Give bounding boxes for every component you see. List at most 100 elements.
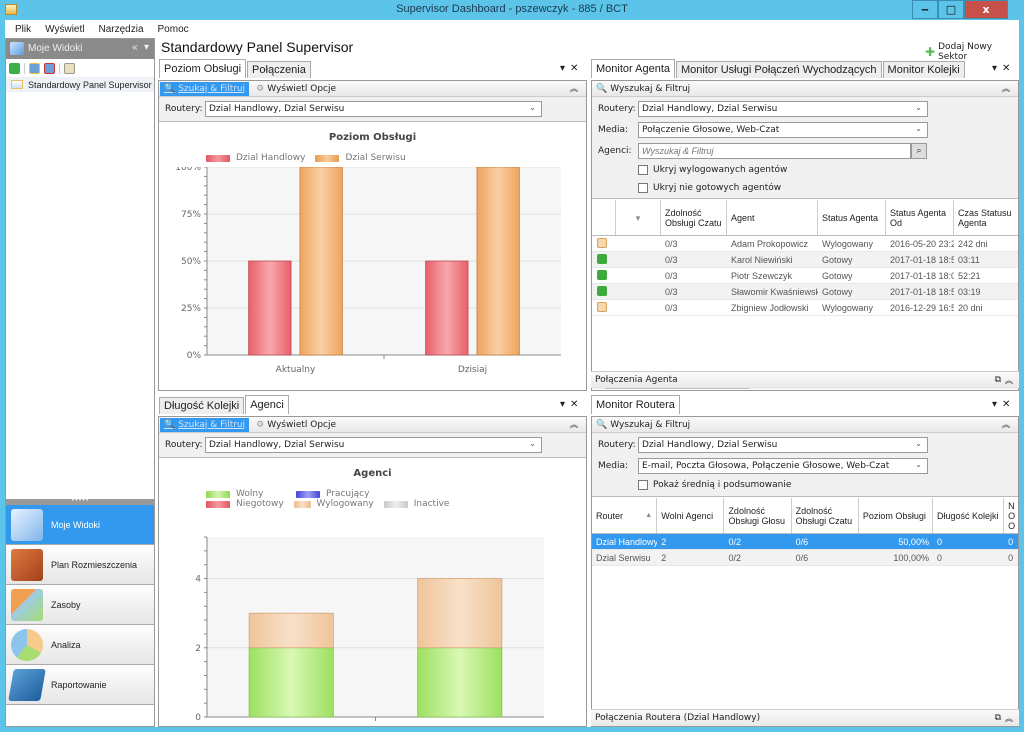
popout-icon[interactable]: ⧉ [995, 713, 1001, 723]
cell-since: 2017-01-18 18:04 [890, 270, 954, 281]
routers-select[interactable]: Dzial Handlowy, Dzial Serwisu ⌄ [205, 437, 542, 453]
maximize-button[interactable]: □ [938, 0, 964, 19]
nav-button-plan-rozmieszczenia[interactable]: Plan Rozmieszczenia [6, 545, 154, 585]
table-row[interactable]: Dzial Handlowy 2 0/2 0/6 50,00% 0 0 [592, 534, 1018, 550]
nav-button-raportowanie[interactable]: Raportowanie [6, 665, 154, 705]
col-zdolnosc-czatu[interactable]: Zdolność Obsługi Czatu [661, 200, 727, 235]
tab-monitor-uslugi[interactable]: Monitor Usługi Połączeń Wychodzących [676, 61, 882, 78]
collapse-filter-icon[interactable]: ︽ [570, 419, 578, 430]
nav-button-label: Analiza [51, 639, 81, 650]
media-select[interactable]: E-mail, Poczta Głosowa, Połączenie Głoso… [638, 458, 928, 474]
col-czas-statusu[interactable]: Czas Statusu Agenta [954, 200, 1018, 235]
col-router[interactable]: Router ▲ [592, 498, 658, 533]
tab-monitor-routera[interactable]: Monitor Routera [591, 395, 680, 414]
search-filter-button[interactable]: 🔍 Szukaj & Filtruj [160, 81, 250, 96]
tab-monitor-kolejki[interactable]: Monitor Kolejki [882, 61, 965, 78]
window-title: Supervisor Dashboard - pszewczyk - 885 /… [396, 3, 628, 15]
agents-search-input[interactable] [638, 143, 911, 159]
legend-item: Wolny [206, 489, 286, 499]
tab-monitor-agenta[interactable]: Monitor Agenta [591, 59, 675, 78]
cell-duration: 03:11 [958, 254, 980, 265]
y-tick-label: 50% [181, 257, 201, 267]
col-zdolnosc-czatu[interactable]: Zdolność Obsługi Czatu [792, 498, 859, 533]
panel-close-icon[interactable]: ✕ [570, 63, 578, 74]
expand-icon[interactable]: ︽ [1005, 713, 1013, 724]
cell-chat: 0/3 [665, 270, 678, 281]
new-view-icon[interactable] [29, 62, 40, 74]
checkbox[interactable] [638, 165, 648, 175]
table-row[interactable]: 0/3 Karol Niewiński Gotowy 2017-01-18 18:53… [592, 252, 1018, 268]
col-status-agenta[interactable]: Status Agenta [818, 200, 886, 235]
search-icon: 🔍 [164, 419, 176, 430]
show-avg-checkbox[interactable]: Pokaż średnią i podsumowanie [638, 480, 791, 490]
tree-item[interactable]: Standardowy Panel Supervisor [6, 77, 154, 92]
col-zdolnosc-glosu[interactable]: Zdolność Obsługi Głosu [724, 498, 792, 533]
tab-dlugosc-kolejki[interactable]: Długość Kolejki [159, 397, 245, 414]
search-filter-label[interactable]: Wyszukaj & Filtruj [610, 420, 690, 430]
col-poziom-obslugi[interactable]: Poziom Obsługi [859, 498, 933, 533]
panel-menu-icon[interactable]: ▾ [560, 399, 565, 410]
collapse-filter-icon[interactable]: ︽ [1002, 83, 1010, 94]
panel-menu-icon[interactable]: ▾ [560, 63, 565, 74]
menu-pomoc[interactable]: Pomoc [158, 24, 189, 35]
nav-button-moje-widoki[interactable]: Moje Widoki [6, 505, 154, 545]
table-row[interactable]: 0/3 Adam Prokopowicz Wylogowany 2016-05-20 … [592, 236, 1018, 252]
delete-view-icon[interactable] [44, 62, 55, 74]
collapse-filter-icon[interactable]: ︽ [1002, 419, 1010, 430]
table-row[interactable]: Dzial Serwisu 2 0/2 0/6 100,00% 0 0 [592, 550, 1018, 566]
col-wolni-agenci[interactable]: Wolni Agenci [657, 498, 725, 533]
search-filter-button[interactable]: 🔍 Szukaj & Filtruj [160, 417, 250, 432]
panel-close-icon[interactable]: ✕ [1002, 399, 1010, 410]
col-sort[interactable]: ▾ [616, 200, 661, 235]
menu-plik[interactable]: Plik [15, 24, 31, 35]
routers-select[interactable]: Dzial Handlowy, Dzial Serwisu ⌄ [638, 101, 928, 117]
panel-close-icon[interactable]: ✕ [1002, 63, 1010, 74]
table-row[interactable]: 0/3 Piotr Szewczyk Gotowy 2017-01-18 18:04 5… [592, 268, 1018, 284]
view-options-button[interactable]: ⚙ Wyświetl Opcje [256, 420, 336, 430]
menu-narzedzia[interactable]: Narzędzia [98, 24, 143, 35]
routers-select[interactable]: Dzial Handlowy, Dzial Serwisu ⌄ [638, 437, 928, 453]
panel-menu-icon[interactable]: ▾ [992, 63, 997, 74]
hide-logged-out-checkbox[interactable]: Ukryj wylogowanych agentów [638, 165, 787, 175]
routers-value: Dzial Handlowy, Dzial Serwisu [209, 104, 345, 114]
col-status-od[interactable]: Status Agenta Od [886, 200, 954, 235]
table-row[interactable]: 0/3 Zbigniew Jodłowski Wylogowany 2016-12-2… [592, 300, 1018, 316]
edit-view-icon[interactable] [64, 62, 75, 74]
col-dlugosc-kolejki[interactable]: Długość Kolejki [933, 498, 1005, 533]
page-title: Standardowy Panel Supervisor [161, 39, 354, 55]
col-agent[interactable]: Agent [727, 200, 818, 235]
checkbox[interactable] [638, 480, 648, 490]
view-options-button[interactable]: ⚙ Wyświetl Opcje [256, 84, 336, 94]
panel-menu-icon[interactable]: ▾ [992, 399, 997, 410]
search-filter-label[interactable]: Wyszukaj & Filtruj [610, 84, 690, 94]
table-row[interactable]: 0/3 Sławomir Kwaśniewski Gotowy 2017-01-18 … [592, 284, 1018, 300]
checkbox[interactable] [638, 183, 648, 193]
collapse-filter-icon[interactable]: ︽ [570, 83, 578, 94]
nav-button-zasoby[interactable]: Zasoby [6, 585, 154, 625]
menu-wyswietl[interactable]: Wyświetl [45, 24, 84, 35]
router-calls-footer[interactable]: Połączenia Routera (Dzial Handlowy) ⧉ ︽ [591, 709, 1019, 726]
media-select[interactable]: Połączenie Głosowe, Web-Czat ⌄ [638, 122, 928, 138]
hide-not-ready-checkbox[interactable]: Ukryj nie gotowych agentów [638, 183, 781, 193]
col-truncated[interactable]: N O O [1004, 498, 1018, 533]
routers-value: Dzial Handlowy, Dzial Serwisu [209, 440, 345, 450]
nav-menu-icon[interactable]: ▾ [144, 42, 149, 53]
minimize-button[interactable]: ‒ [912, 0, 938, 19]
add-sector-button[interactable]: ✚ Dodaj Nowy Sektor [925, 42, 1019, 62]
col-status-icon[interactable] [592, 200, 616, 235]
bar-dzial-serwisu [476, 167, 520, 356]
panel-close-icon[interactable]: ✕ [570, 399, 578, 410]
tab-polaczenia[interactable]: Połączenia [247, 61, 311, 78]
tab-poziom-obslugi[interactable]: Poziom Obsługi [159, 59, 247, 78]
routers-select[interactable]: Dzial Handlowy, Dzial Serwisu ⌄ [205, 101, 542, 117]
add-view-icon[interactable] [9, 62, 20, 74]
agent-calls-footer[interactable]: Połączenia Agenta ⧉ ︽ [591, 371, 1019, 388]
expand-icon[interactable]: ︽ [1005, 375, 1013, 386]
chevron-down-icon: ⌄ [915, 103, 922, 112]
nav-button-analiza[interactable]: Analiza [6, 625, 154, 665]
close-button[interactable]: x [964, 0, 1008, 19]
search-icon[interactable]: ⌕ [911, 143, 927, 159]
popout-icon[interactable]: ⧉ [995, 375, 1001, 385]
collapse-nav-icon[interactable]: « [132, 42, 138, 53]
tab-agenci[interactable]: Agenci [245, 395, 289, 414]
